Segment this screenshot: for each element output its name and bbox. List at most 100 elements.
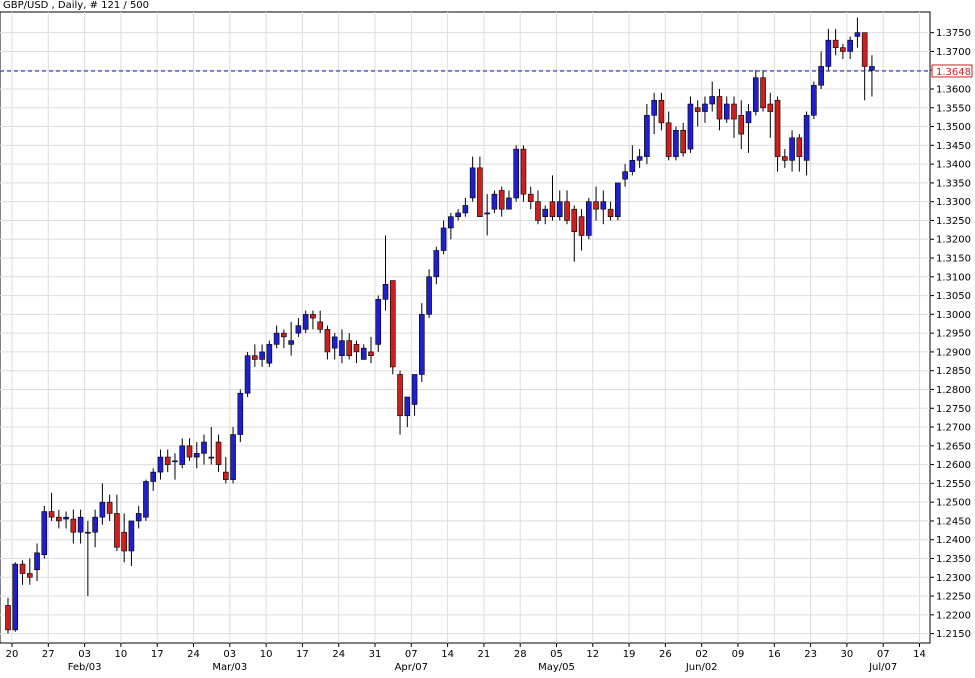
- candlestick-chart: 1.37501.37001.36501.36001.35501.35001.34…: [0, 0, 975, 674]
- x-tick-label: 10: [115, 649, 128, 660]
- x-tick-label: 09: [732, 649, 745, 660]
- candle-body: [623, 172, 628, 180]
- candle-body: [608, 209, 613, 217]
- y-tick-label: 1.3050: [936, 291, 971, 302]
- x-tick-label: 23: [804, 649, 817, 660]
- candle-body: [695, 108, 700, 112]
- candle-body: [289, 341, 294, 345]
- candle-body: [819, 66, 824, 85]
- x-tick-label: 21: [478, 649, 491, 660]
- x-tick-label: 20: [6, 649, 19, 660]
- y-tick-label: 1.2350: [936, 554, 971, 565]
- candle-body: [151, 472, 156, 481]
- candle-body: [202, 442, 207, 453]
- chart-area: GBP/USD , Daily, # 121 / 500 1.37501.370…: [0, 0, 975, 674]
- y-tick-label: 1.3400: [936, 160, 971, 171]
- y-tick-label: 1.2400: [936, 535, 971, 546]
- candle-body: [855, 33, 860, 37]
- candle-body: [354, 344, 359, 352]
- candle-body: [688, 104, 693, 149]
- x-tick-label: 12: [586, 649, 599, 660]
- candle-body: [427, 277, 432, 315]
- candle-body: [833, 40, 838, 48]
- candle-body: [122, 532, 127, 551]
- candle-body: [64, 517, 69, 519]
- candle-body: [390, 281, 395, 367]
- candle-body: [797, 138, 802, 157]
- candle-body: [209, 457, 214, 458]
- candle-body: [419, 314, 424, 374]
- candle-body: [456, 213, 461, 217]
- candle-body: [761, 78, 766, 108]
- candle-body: [535, 202, 540, 221]
- x-tick-label: 27: [42, 649, 55, 660]
- candle-body: [652, 100, 657, 115]
- candle-body: [78, 517, 83, 532]
- candle-body: [572, 209, 577, 232]
- candle-body: [739, 115, 744, 134]
- candle-body: [172, 461, 177, 462]
- candle-body: [303, 314, 308, 329]
- month-label: May/05: [538, 662, 575, 673]
- x-tick-label: 03: [223, 649, 236, 660]
- candle-body: [223, 472, 228, 480]
- candle-body: [615, 183, 620, 217]
- candle-body: [231, 435, 236, 480]
- x-tick-label: 19: [623, 649, 636, 660]
- candle-body: [85, 532, 90, 533]
- y-tick-label: 1.3100: [936, 272, 971, 283]
- candle-body: [13, 564, 18, 630]
- candle-body: [180, 446, 185, 465]
- y-tick-label: 1.2200: [936, 610, 971, 621]
- candle-body: [724, 104, 729, 119]
- y-tick-label: 1.2900: [936, 347, 971, 358]
- y-tick-label: 1.2150: [936, 629, 971, 640]
- candle-body: [681, 130, 686, 153]
- candle-body: [187, 446, 192, 457]
- y-tick-label: 1.3600: [936, 84, 971, 95]
- y-tick-label: 1.2950: [936, 329, 971, 340]
- current-price-label: 1.3648: [936, 67, 971, 78]
- y-tick-label: 1.2550: [936, 479, 971, 490]
- candle-body: [35, 553, 40, 570]
- y-tick-label: 1.2250: [936, 592, 971, 603]
- candle-body: [434, 251, 439, 277]
- x-tick-label: 26: [659, 649, 672, 660]
- plot-frame: [0, 12, 930, 643]
- y-tick-label: 1.2600: [936, 460, 971, 471]
- y-tick-label: 1.3450: [936, 141, 971, 152]
- candle-body: [514, 149, 519, 198]
- candle-body: [56, 517, 61, 521]
- candle-body: [383, 284, 388, 299]
- x-tick-label: 14: [441, 649, 454, 660]
- candle-body: [361, 348, 366, 359]
- month-label: Jul/07: [868, 662, 897, 673]
- candle-body: [775, 100, 780, 156]
- y-tick-label: 1.2450: [936, 516, 971, 527]
- candle-body: [477, 168, 482, 217]
- candle-body: [811, 85, 816, 115]
- y-tick-label: 1.2850: [936, 366, 971, 377]
- candle-body: [702, 104, 707, 112]
- candle-body: [826, 40, 831, 66]
- candle-body: [281, 333, 286, 337]
- y-tick-label: 1.3500: [936, 122, 971, 133]
- candle-body: [143, 481, 148, 517]
- candle-body: [93, 517, 98, 532]
- candle-body: [310, 314, 315, 318]
- candle-body: [717, 97, 722, 120]
- y-tick-label: 1.2750: [936, 404, 971, 415]
- y-tick-label: 1.3000: [936, 310, 971, 321]
- candle-body: [579, 217, 584, 236]
- x-tick-label: 03: [78, 649, 91, 660]
- candle-body: [528, 194, 533, 202]
- candle-body: [710, 97, 715, 105]
- x-tick-label: 14: [913, 649, 926, 660]
- candle-body: [840, 48, 845, 52]
- candle-body: [238, 393, 243, 434]
- candle-body: [165, 457, 170, 465]
- x-tick-label: 02: [695, 649, 708, 660]
- candle-body: [506, 198, 511, 209]
- month-label: Jun/02: [685, 662, 718, 673]
- candle-body: [49, 512, 54, 518]
